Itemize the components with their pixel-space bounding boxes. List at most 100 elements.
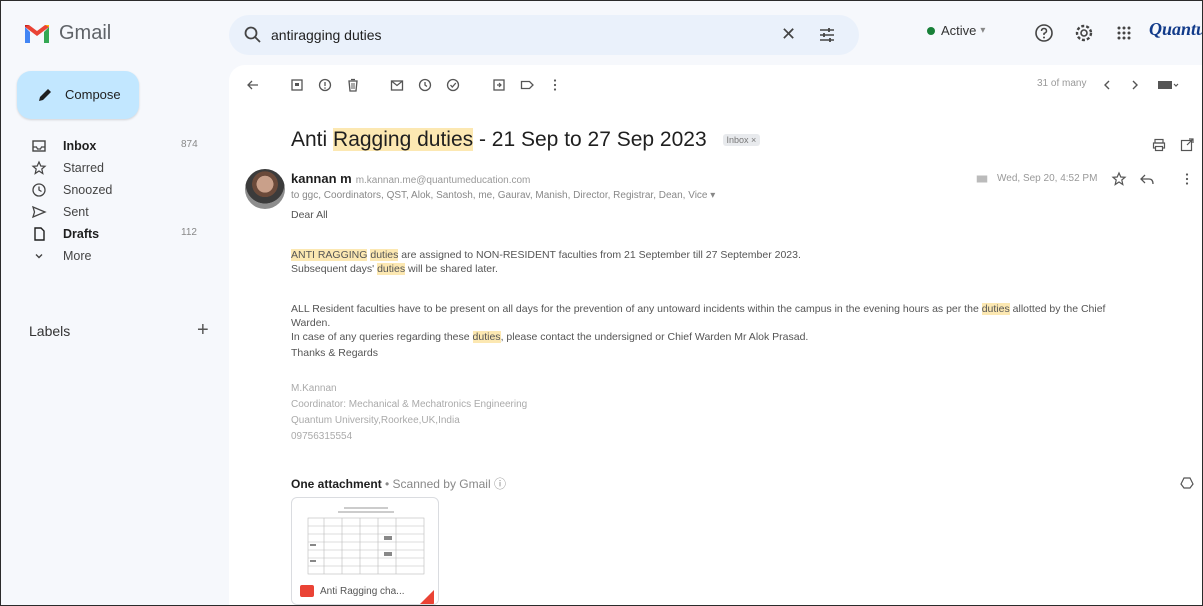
sender-line: kannan m m.kannan.me@quantumeducation.com [291, 171, 530, 186]
chevron-left-icon[interactable] [1099, 77, 1115, 93]
attachment-title: One attachment [291, 477, 382, 491]
add-to-drive-icon[interactable] [1179, 475, 1195, 491]
status-selector[interactable]: Active ▾ [927, 23, 985, 38]
body-line-4: In case of any queries regarding these d… [291, 331, 808, 343]
subject-highlight: Ragging duties [333, 128, 474, 151]
star-icon[interactable] [1111, 171, 1127, 187]
sidebar-item-label: More [63, 249, 92, 263]
clock-icon [32, 183, 46, 197]
sidebar-item-label: Inbox [63, 139, 97, 153]
signature-name: M.Kannan [291, 383, 337, 394]
email-toolbar: 31 of many [229, 65, 1202, 105]
text: ALL Resident faculties have to be presen… [291, 303, 982, 315]
sidebar-item-snoozed[interactable]: Snoozed [1, 179, 229, 201]
gmail-m-icon [25, 24, 49, 43]
scanned-note: • Scanned by Gmail ⓘ [381, 477, 506, 491]
gmail-logo-text: Gmail [59, 22, 112, 44]
attachment-filename: Anti Ragging cha... [320, 586, 405, 597]
sidebar-item-more[interactable]: More [1, 245, 229, 267]
keyboard-input-icon[interactable] [1157, 77, 1179, 93]
highlight: duties [377, 263, 406, 275]
recipients-line[interactable]: to ggc, Coordinators, QST, Alok, Santosh… [291, 190, 715, 201]
sidebar-item-inbox[interactable]: Inbox 874 [1, 135, 229, 157]
pagination-text: 31 of many [1037, 78, 1087, 89]
subject-text: - 21 Sep to 27 Sep 2023 [473, 128, 707, 151]
body-line-3: ALL Resident faculties have to be presen… [291, 303, 1105, 315]
move-to-icon[interactable] [491, 77, 507, 93]
highlight: duties [370, 249, 399, 261]
brand-text: Quantum [1149, 19, 1202, 39]
add-task-icon[interactable] [445, 77, 461, 93]
attachment-caption: Anti Ragging cha... [292, 578, 438, 604]
body-line-3b: Warden. [291, 317, 331, 329]
sidebar-item-drafts[interactable]: Drafts 112 [1, 223, 229, 245]
chevron-right-icon[interactable] [1127, 77, 1143, 93]
snooze-icon[interactable] [417, 77, 433, 93]
delete-icon[interactable] [345, 77, 361, 93]
settings-icon[interactable] [1073, 22, 1095, 44]
chevron-down-icon: ▾ [980, 25, 986, 36]
signature-title: Coordinator: Mechanical & Mechatronics E… [291, 399, 528, 410]
attachment-indicator-icon [976, 175, 988, 183]
compose-label: Compose [65, 87, 121, 102]
reply-icon[interactable] [1139, 171, 1155, 187]
sender-name[interactable]: kannan m [291, 171, 352, 186]
status-label: Active [941, 23, 977, 38]
search-icon[interactable] [243, 25, 263, 45]
email-date: Wed, Sep 20, 4:52 PM [997, 173, 1098, 184]
help-icon[interactable] [1033, 22, 1055, 44]
open-in-new-window-icon[interactable] [1179, 137, 1195, 153]
signature-org: Quantum University,Roorkee,UK,India [291, 415, 460, 426]
top-header: Gmail antiragging duties ✕ Active ▾ Quan… [1, 1, 1202, 65]
search-bar[interactable]: antiragging duties ✕ [229, 15, 859, 55]
thanks-line: Thanks & Regards [291, 347, 378, 359]
archive-icon[interactable] [289, 77, 305, 93]
highlight: duties [472, 331, 501, 343]
labels-heading: Labels [29, 323, 71, 339]
sidebar-item-starred[interactable]: Starred [1, 157, 229, 179]
star-icon [31, 160, 47, 175]
text: Subsequent days' [291, 263, 378, 275]
sidebar-item-label: Sent [63, 205, 89, 219]
text: will be shared later. [405, 263, 498, 275]
more-vert-icon[interactable] [547, 77, 563, 93]
sidebar: Compose Inbox 874 Starred Snoozed Sent D… [1, 65, 229, 605]
pencil-icon [39, 89, 51, 101]
account-brand-logo[interactable]: QuantumEI [1149, 19, 1202, 40]
sidebar-item-count: 112 [181, 227, 197, 238]
attachment-thumbnail[interactable]: Anti Ragging cha... [291, 497, 439, 605]
sidebar-item-label: Starred [63, 161, 104, 175]
greeting: Dear All [291, 209, 328, 221]
text: allotted by the Chief [1009, 303, 1106, 315]
send-icon [31, 205, 47, 219]
add-label-button[interactable]: + [197, 319, 209, 342]
search-input[interactable]: antiragging duties [271, 27, 382, 43]
report-spam-icon[interactable] [317, 77, 333, 93]
inbox-icon [32, 140, 46, 152]
print-icon[interactable] [1151, 137, 1167, 153]
search-options-icon[interactable] [817, 25, 837, 45]
signature-phone: 09756315554 [291, 431, 353, 442]
clear-search-icon[interactable]: ✕ [781, 24, 796, 45]
apps-grid-icon[interactable] [1113, 22, 1135, 44]
more-vert-icon[interactable] [1179, 171, 1195, 187]
label-icon[interactable] [519, 77, 535, 93]
sender-avatar[interactable] [245, 169, 285, 209]
gmail-logo[interactable]: Gmail [23, 22, 111, 45]
mark-unread-icon[interactable] [389, 77, 405, 93]
body-line-2: Subsequent days' duties will be shared l… [291, 263, 498, 275]
text: are assigned to NON-RESIDENT faculties f… [398, 249, 801, 261]
text: In case of any queries regarding these [291, 331, 473, 343]
email-subject: Anti Ragging duties - 21 Sep to 27 Sep 2… [291, 128, 761, 152]
gmail-window: Gmail antiragging duties ✕ Active ▾ Quan… [0, 0, 1203, 606]
chevron-down-icon [35, 254, 43, 259]
draft-icon [34, 227, 45, 241]
document-preview-icon [304, 504, 428, 576]
active-dot-icon [927, 26, 935, 35]
compose-button[interactable]: Compose [17, 71, 139, 119]
attachment-heading: One attachment • Scanned by Gmail ⓘ [291, 475, 506, 492]
back-arrow-icon[interactable] [245, 77, 261, 93]
pdf-icon [300, 585, 314, 597]
sidebar-item-sent[interactable]: Sent [1, 201, 229, 223]
inbox-label-chip[interactable]: Inbox × [722, 134, 761, 147]
